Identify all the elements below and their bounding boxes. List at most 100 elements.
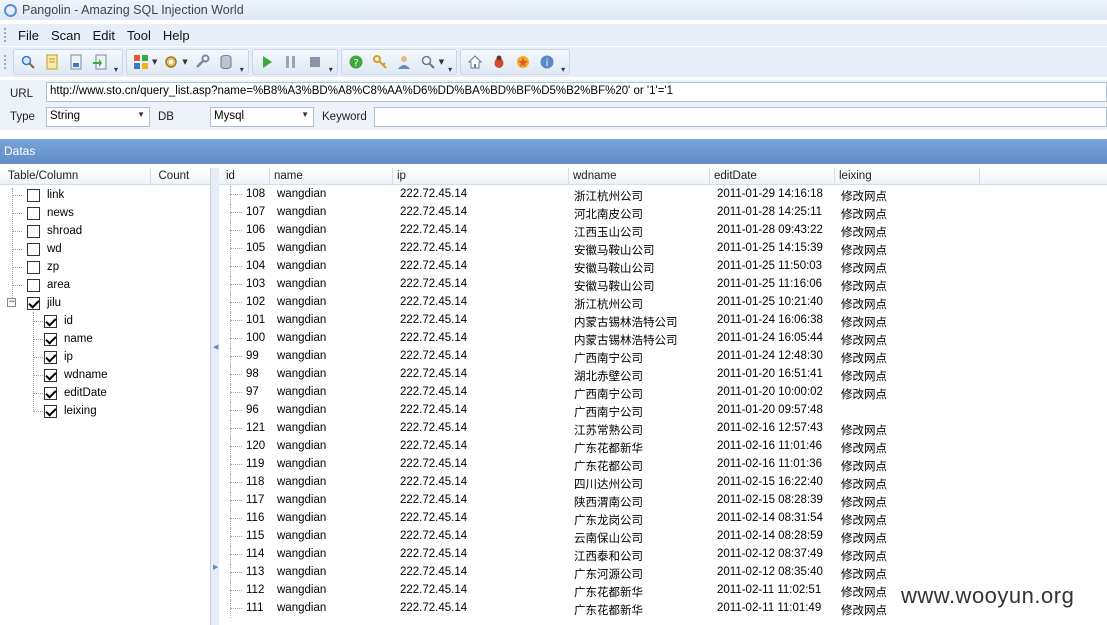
export-icon[interactable] — [66, 52, 86, 72]
wrench-icon[interactable] — [192, 52, 212, 72]
cell-id: 111 — [246, 602, 264, 614]
url-input[interactable]: http://www.sto.cn/query_list.asp?name=%B… — [46, 82, 1107, 102]
bug-icon[interactable] — [489, 52, 509, 72]
checkbox[interactable] — [27, 278, 40, 292]
tree-item-column-ip[interactable]: ip — [33, 348, 73, 366]
key-icon[interactable] — [370, 52, 390, 72]
checkbox[interactable] — [27, 242, 40, 256]
table-row[interactable]: 116 wangdian 222.72.45.14 广东龙岗公司 2011-02-14 … — [219, 510, 1107, 528]
table-row[interactable]: 115 wangdian 222.72.45.14 云南保山公司 2011-02-14 … — [219, 528, 1107, 546]
magnifier-icon[interactable] — [418, 52, 438, 72]
type-select[interactable]: String ▼ — [46, 107, 150, 127]
grid-header-editdate[interactable]: editDate — [714, 170, 757, 182]
tree-item-link[interactable]: link — [12, 186, 64, 204]
home-icon[interactable] — [465, 52, 485, 72]
checkbox[interactable] — [27, 206, 40, 220]
grid-dropdown-arrow[interactable]: ▼ — [152, 58, 157, 66]
table-row[interactable]: 114 wangdian 222.72.45.14 江西泰和公司 2011-02-12 … — [219, 546, 1107, 564]
pause-icon[interactable] — [281, 52, 301, 72]
cell-editdate: 2011-01-20 16:51:41 — [717, 368, 823, 380]
settings-icon[interactable] — [161, 52, 181, 72]
table-row[interactable]: 99 wangdian 222.72.45.14 广西南宁公司 2011-01-24 1… — [219, 348, 1107, 366]
toolbar-overflow-4[interactable]: ▾ — [446, 50, 454, 74]
table-row[interactable]: 108 wangdian 222.72.45.14 浙江杭州公司 2011-01-29 … — [219, 186, 1107, 204]
tree-item-column-wdname[interactable]: wdname — [33, 366, 107, 384]
document-icon[interactable] — [42, 52, 62, 72]
tree-item-column-leixing[interactable]: leixing — [33, 402, 97, 420]
tree-item-jilu[interactable]: jilu — [12, 294, 61, 312]
grid-icon[interactable] — [131, 52, 151, 72]
table-row[interactable]: 101 wangdian 222.72.45.14 内蒙古锡林浩特公司 2011-01-… — [219, 312, 1107, 330]
grid-header-name[interactable]: name — [274, 170, 303, 182]
checkbox[interactable] — [44, 404, 57, 418]
checkbox[interactable] — [27, 224, 40, 238]
grid-header-leixing[interactable]: leixing — [839, 170, 872, 182]
table-row[interactable]: 118 wangdian 222.72.45.14 四川达州公司 2011-02-15 … — [219, 474, 1107, 492]
table-row[interactable]: 103 wangdian 222.72.45.14 安徽马鞍山公司 2011-01-25… — [219, 276, 1107, 294]
checkbox[interactable] — [44, 368, 57, 382]
tree-item-zp[interactable]: zp — [12, 258, 59, 276]
stop-icon[interactable] — [305, 52, 325, 72]
tree-item-area[interactable]: area — [12, 276, 70, 294]
play-icon[interactable] — [257, 52, 277, 72]
keyword-input[interactable] — [374, 107, 1107, 127]
table-row[interactable]: 107 wangdian 222.72.45.14 河北南皮公司 2011-01-28 … — [219, 204, 1107, 222]
table-row[interactable]: 121 wangdian 222.72.45.14 江苏常熟公司 2011-02-16 … — [219, 420, 1107, 438]
user-icon[interactable] — [394, 52, 414, 72]
star-icon[interactable] — [513, 52, 533, 72]
database-icon[interactable] — [216, 52, 236, 72]
table-row[interactable]: 102 wangdian 222.72.45.14 浙江杭州公司 2011-01-25 … — [219, 294, 1107, 312]
checkbox[interactable] — [27, 260, 40, 274]
tree-item-shroad[interactable]: shroad — [12, 222, 82, 240]
tree-item-column-editdate[interactable]: editDate — [33, 384, 107, 402]
cell-ip: 222.72.45.14 — [400, 314, 468, 326]
table-row[interactable]: 119 wangdian 222.72.45.14 广东花都公司 2011-02-16 … — [219, 456, 1107, 474]
menu-scan[interactable]: Scan — [46, 28, 88, 43]
table-row[interactable]: 113 wangdian 222.72.45.14 广东河源公司 2011-02-12 … — [219, 564, 1107, 582]
table-row[interactable]: 106 wangdian 222.72.45.14 江西玉山公司 2011-01-28 … — [219, 222, 1107, 240]
checkbox[interactable] — [27, 188, 40, 202]
table-row[interactable]: 96 wangdian 222.72.45.14 广西南宁公司 2011-01-20 0… — [219, 402, 1107, 420]
import-icon[interactable] — [90, 52, 110, 72]
pane-splitter[interactable]: ◀ ▶ — [211, 168, 219, 625]
tree-item-news[interactable]: news — [12, 204, 74, 222]
tree-item-label: shroad — [47, 225, 83, 237]
cell-ip: 222.72.45.14 — [400, 350, 468, 362]
toolbar-overflow-3[interactable]: ▾ — [327, 50, 335, 74]
checkbox[interactable] — [27, 296, 40, 310]
magnifier-dropdown-arrow[interactable]: ▼ — [439, 58, 444, 66]
grid-header-wdname[interactable]: wdname — [573, 170, 616, 182]
info-icon[interactable]: i — [537, 52, 557, 72]
checkbox[interactable] — [44, 386, 57, 400]
grid-header-id[interactable]: id — [226, 170, 235, 182]
db-select[interactable]: Mysql ▼ — [210, 107, 314, 127]
table-row[interactable]: 98 wangdian 222.72.45.14 湖北赤壁公司 2011-01-20 1… — [219, 366, 1107, 384]
cell-name: wangdian — [277, 602, 327, 614]
settings-dropdown-arrow[interactable]: ▼ — [182, 58, 187, 66]
search-icon[interactable] — [18, 52, 38, 72]
tree-item-wd[interactable]: wd — [12, 240, 62, 258]
toolbar-overflow-1[interactable]: ▾ — [112, 50, 120, 74]
table-row[interactable]: 97 wangdian 222.72.45.14 广西南宁公司 2011-01-20 1… — [219, 384, 1107, 402]
tree-header-table-column[interactable]: Table/Column — [0, 168, 151, 184]
help-icon[interactable]: ? — [346, 52, 366, 72]
table-row[interactable]: 100 wangdian 222.72.45.14 内蒙古锡林浩特公司 2011-01-… — [219, 330, 1107, 348]
grid-header-ip[interactable]: ip — [397, 170, 406, 182]
tree-item-column-name[interactable]: name — [33, 330, 93, 348]
tree-header-count[interactable]: Count — [151, 168, 211, 184]
table-row[interactable]: 120 wangdian 222.72.45.14 广东花都新华 2011-02-16 … — [219, 438, 1107, 456]
menu-file[interactable]: File — [13, 28, 46, 43]
toolbar-overflow-2[interactable]: ▾ — [238, 50, 246, 74]
table-row[interactable]: 104 wangdian 222.72.45.14 安徽马鞍山公司 2011-01-25… — [219, 258, 1107, 276]
menu-edit[interactable]: Edit — [88, 28, 122, 43]
checkbox[interactable] — [44, 314, 57, 328]
cell-leixing: 修改网点 — [841, 335, 887, 347]
table-row[interactable]: 105 wangdian 222.72.45.14 安徽马鞍山公司 2011-01-25… — [219, 240, 1107, 258]
menu-tool[interactable]: Tool — [122, 28, 158, 43]
tree-item-column-id[interactable]: id — [33, 312, 73, 330]
toolbar-overflow-5[interactable]: ▾ — [559, 50, 567, 74]
table-row[interactable]: 117 wangdian 222.72.45.14 陕西渭南公司 2011-02-15 … — [219, 492, 1107, 510]
checkbox[interactable] — [44, 350, 57, 364]
checkbox[interactable] — [44, 332, 57, 346]
menu-help[interactable]: Help — [158, 28, 197, 43]
